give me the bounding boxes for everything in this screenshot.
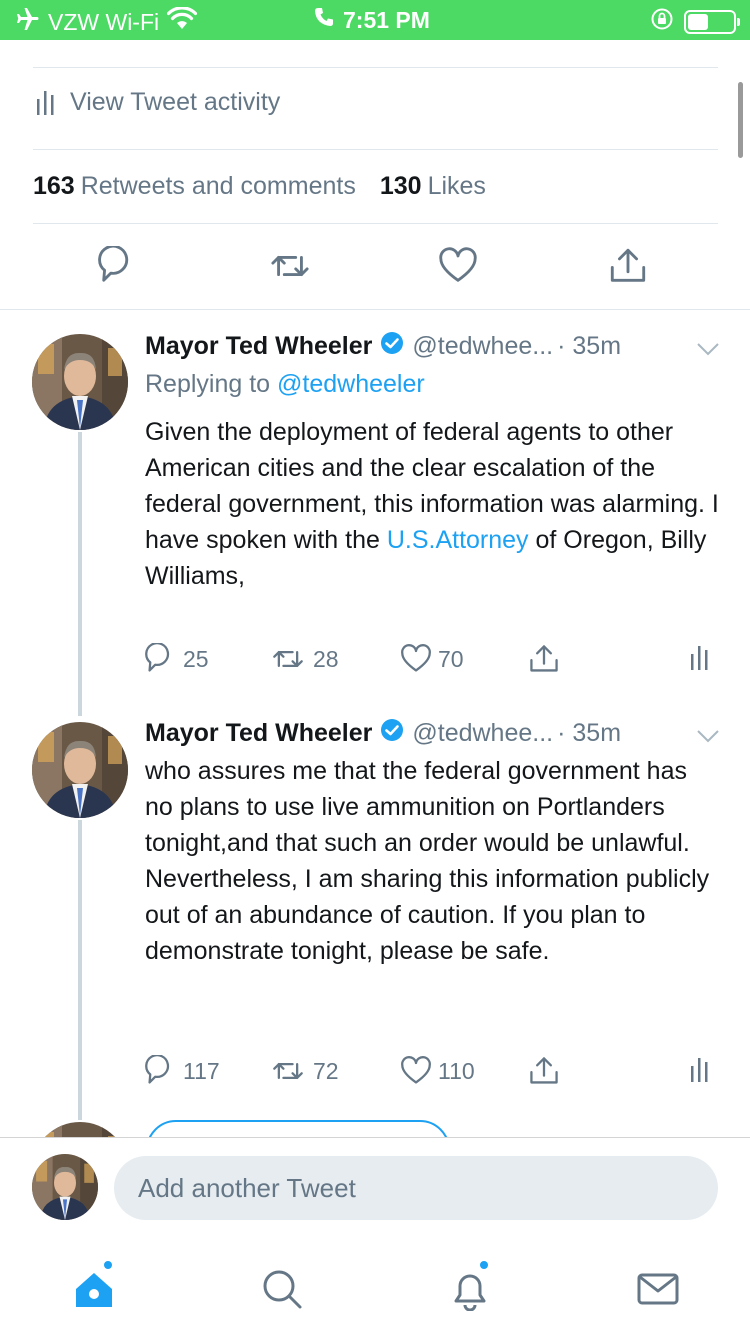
phone-icon (313, 6, 335, 34)
share-icon (528, 643, 560, 675)
tweet-activity-button[interactable] (690, 1055, 710, 1085)
retweet-count: 72 (313, 1057, 339, 1084)
tweet-text: Given the deployment of federal agents t… (145, 414, 720, 594)
author-name[interactable]: Mayor Ted Wheeler (145, 719, 372, 748)
verified-badge-icon (380, 331, 404, 362)
tab-search[interactable] (260, 1267, 304, 1311)
tweet-actions: 117 72 110 (145, 1055, 720, 1087)
likes-count[interactable]: 130 (380, 172, 422, 201)
carrier-label: VZW Wi-Fi (48, 8, 160, 35)
activity-label: View Tweet activity (70, 88, 281, 116)
share-button[interactable] (608, 246, 648, 286)
avatar[interactable] (32, 1154, 98, 1220)
reply-count: 117 (183, 1057, 220, 1084)
us-attorney-link[interactable]: U.S.Attorney (387, 526, 529, 554)
bell-icon (448, 1274, 492, 1315)
bar-chart-icon (690, 643, 710, 673)
reply-count: 25 (183, 645, 209, 672)
tweet-header: Mayor Ted Wheeler @tedwhee... · 35m (145, 718, 621, 749)
tweet-time: · 35m (557, 719, 622, 747)
retweet-button[interactable] (268, 246, 309, 286)
thread-line (78, 432, 82, 716)
like-count: 70 (438, 645, 464, 672)
reply-button[interactable]: 25 (145, 643, 209, 675)
author-handle: @tedwhee... (412, 332, 554, 360)
retweet-button[interactable]: 72 (269, 1055, 339, 1087)
share-button[interactable] (528, 643, 560, 675)
tweet-header: Mayor Ted Wheeler @tedwhee... · 35m (145, 331, 621, 362)
divider (33, 149, 718, 150)
heart-icon (438, 247, 478, 290)
verified-badge-icon (380, 718, 404, 749)
like-button[interactable] (438, 246, 478, 286)
heart-icon (400, 1055, 432, 1087)
avatar[interactable] (32, 334, 128, 430)
view-tweet-activity-link[interactable]: View Tweet activity (36, 88, 280, 117)
home-notification-dot (102, 1259, 114, 1271)
author-name[interactable]: Mayor Ted Wheeler (145, 332, 372, 361)
avatar[interactable] (32, 722, 128, 818)
orientation-lock-icon (650, 7, 674, 37)
like-count: 110 (438, 1057, 475, 1084)
tweet-activity-button[interactable] (690, 643, 710, 673)
retweets-label[interactable]: Retweets and comments (81, 172, 356, 201)
battery-level (688, 14, 708, 30)
wifi-icon (167, 6, 198, 37)
tweet-time: · 35m (557, 332, 622, 360)
share-icon (528, 1055, 560, 1087)
retweet-icon (269, 1055, 307, 1087)
add-tweet-input[interactable]: Add another Tweet (114, 1156, 718, 1220)
scrollbar[interactable] (738, 82, 743, 158)
likes-label[interactable]: Likes (428, 172, 486, 201)
reply-icon (98, 244, 138, 290)
tweet-actions: 25 28 70 (145, 643, 720, 675)
retweet-button[interactable]: 28 (269, 643, 339, 675)
chevron-down-icon[interactable] (696, 341, 720, 357)
reply-icon (145, 643, 177, 675)
engagement-stats: 163 Retweets and comments 130 Likes (33, 172, 486, 201)
search-icon (260, 1270, 304, 1315)
heart-icon (400, 643, 432, 675)
thread-line (78, 820, 82, 1120)
like-button[interactable]: 110 (400, 1055, 475, 1087)
replying-to-label: Replying to (145, 370, 271, 398)
retweet-count: 28 (313, 645, 339, 672)
tweet-text: who assures me that the federal governme… (145, 757, 710, 965)
tab-notifications[interactable] (448, 1259, 492, 1312)
share-icon (608, 248, 648, 290)
bar-chart-icon (690, 1055, 710, 1085)
divider (0, 309, 750, 310)
reply-button[interactable] (98, 244, 138, 286)
replying-to-handle-link[interactable]: @tedwheeler (277, 370, 425, 398)
retweet-icon (269, 643, 307, 675)
retweets-count[interactable]: 163 (33, 172, 75, 201)
composer-bar: Add another Tweet (0, 1137, 750, 1334)
battery-icon (684, 10, 740, 34)
airplane-icon (14, 6, 40, 38)
status-bar: VZW Wi-Fi 7:51 PM (0, 0, 750, 40)
divider (33, 67, 718, 68)
share-button[interactable] (528, 1055, 560, 1087)
bar-chart-icon (36, 89, 56, 117)
chevron-down-icon[interactable] (696, 728, 720, 744)
retweet-icon (268, 255, 312, 290)
reply-button[interactable]: 117 (145, 1055, 220, 1087)
status-time: 7:51 PM (343, 6, 430, 33)
tab-home[interactable] (72, 1259, 116, 1311)
divider (33, 223, 718, 224)
notifications-dot (478, 1259, 490, 1271)
like-button[interactable]: 70 (400, 643, 464, 675)
home-icon (72, 1273, 116, 1315)
replying-to: Replying to @tedwheeler (145, 370, 425, 399)
author-handle: @tedwhee... (412, 719, 554, 747)
tab-messages[interactable] (636, 1267, 680, 1311)
reply-icon (145, 1055, 177, 1087)
mail-icon (636, 1273, 680, 1315)
